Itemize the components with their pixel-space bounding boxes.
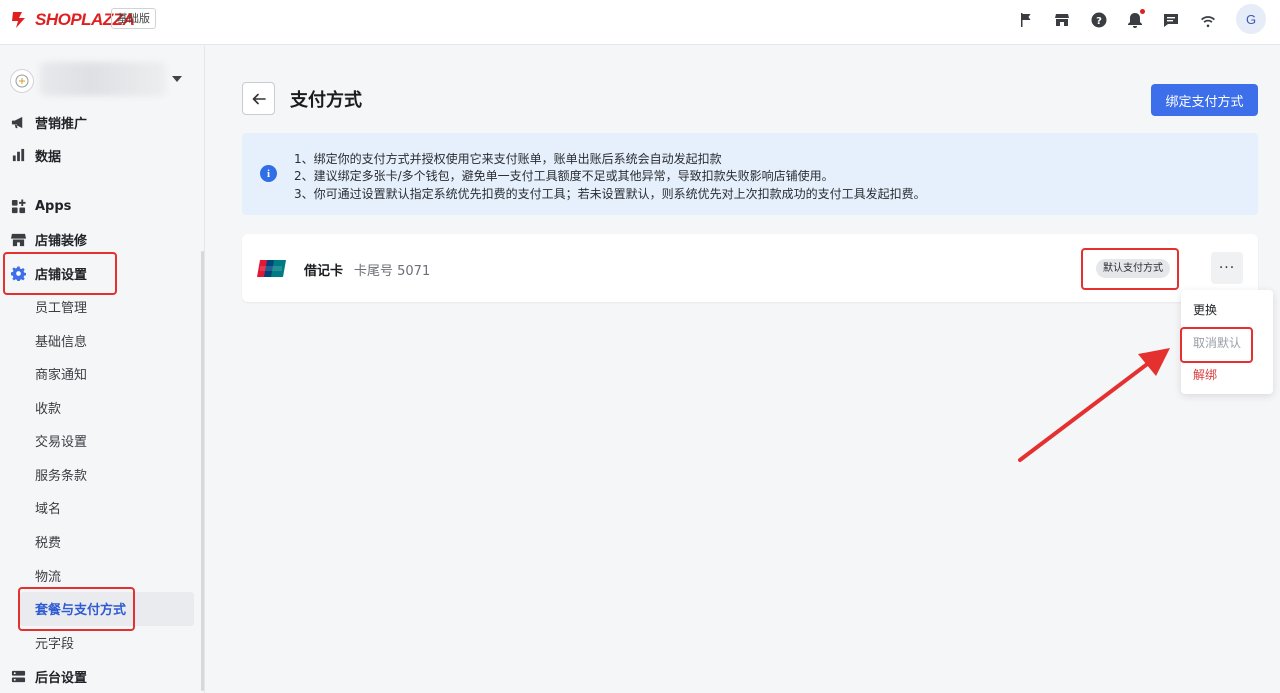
user-avatar[interactable]: G	[1236, 4, 1266, 34]
wifi-icon[interactable]	[1199, 11, 1217, 29]
sidebar-subitem-metafields[interactable]: 元字段	[35, 631, 74, 653]
payment-method-card: 借记卡 卡尾号 5071 默认支付方式 ···	[242, 234, 1258, 302]
info-line-3: 3、你可通过设置默认指定系统优先扣费的支付工具；若未设置默认，则系统优先对上次扣…	[294, 187, 926, 201]
notification-dot	[1140, 9, 1145, 14]
sidebar-subitem-policies[interactable]: 服务条款	[35, 463, 87, 485]
sidebar-item-analytics[interactable]: 数据	[10, 143, 61, 167]
menu-item-replace[interactable]: 更换	[1193, 301, 1217, 318]
store-logo-icon	[10, 69, 34, 93]
sidebar-subitem-domains[interactable]: 域名	[35, 496, 61, 518]
server-icon	[10, 668, 26, 684]
brand-mark-icon	[12, 12, 25, 28]
arrow-left-icon	[252, 93, 266, 104]
store-name-blurred	[40, 62, 166, 96]
top-bar: SHOPLAZZA 基础版 ? G	[0, 0, 1280, 45]
svg-text:?: ?	[1096, 16, 1102, 27]
gear-icon	[10, 265, 26, 281]
bar-chart-icon	[10, 147, 26, 163]
sidebar-subitem-basic-info[interactable]: 基础信息	[35, 329, 87, 351]
info-line-2: 2、建议绑定多张卡/多个钱包，避免单一支付工具额度不足或其他异常，导致扣款失败影…	[294, 169, 834, 183]
sidebar-item-label: Apps	[35, 198, 72, 214]
sidebar-item-label: 后台设置	[35, 670, 88, 686]
info-banner: i 1、绑定你的支付方式并授权使用它来支付账单，账单出账后系统会自动发起扣款 2…	[242, 133, 1258, 215]
sidebar-subitem-payments[interactable]: 收款	[35, 396, 61, 418]
sidebar-subitem-shipping[interactable]: 物流	[35, 564, 61, 586]
back-button[interactable]	[242, 82, 275, 115]
sidebar-item-admin-settings[interactable]: 后台设置	[10, 664, 87, 688]
sidebar-item-label: 店铺设置	[35, 267, 88, 283]
bind-payment-button[interactable]: 绑定支付方式	[1151, 84, 1258, 116]
unionpay-logo-icon	[257, 260, 286, 277]
storefront-icon	[10, 231, 26, 247]
info-line-1: 1、绑定你的支付方式并授权使用它来支付账单，账单出账后系统会自动发起扣款	[294, 152, 722, 166]
menu-item-cancel-default[interactable]: 取消默认	[1193, 334, 1241, 351]
sidebar-item-store-settings[interactable]: 店铺设置	[10, 261, 87, 285]
sidebar-subitem-taxes[interactable]: 税费	[35, 530, 61, 552]
flag-icon[interactable]	[1017, 11, 1035, 29]
help-icon[interactable]: ?	[1090, 11, 1108, 29]
info-icon: i	[260, 165, 277, 182]
bell-icon[interactable]	[1126, 9, 1145, 29]
sidebar-subitem-staff[interactable]: 员工管理	[35, 295, 87, 317]
message-icon[interactable]	[1162, 11, 1180, 29]
sidebar-item-apps[interactable]: Apps	[10, 194, 71, 218]
store-icon[interactable]	[1053, 11, 1071, 29]
card-tail-number: 卡尾号 5071	[354, 264, 431, 279]
card-actions-dropdown: 更换 取消默认 解绑	[1181, 290, 1273, 394]
sidebar-item-theme[interactable]: 店铺装修	[10, 227, 87, 251]
plan-badge: 基础版	[111, 8, 156, 29]
annotation-arrow	[1018, 348, 1170, 462]
caret-down-icon	[172, 76, 182, 82]
default-payment-badge: 默认支付方式	[1096, 259, 1170, 278]
apps-grid-icon	[10, 198, 26, 214]
sidebar-subitem-plan-billing[interactable]: 套餐与支付方式	[35, 597, 126, 619]
sidebar-subitem-checkout[interactable]: 交易设置	[35, 429, 87, 451]
page-title: 支付方式	[290, 90, 362, 111]
more-options-button[interactable]: ···	[1211, 252, 1243, 284]
sidebar-subitem-notifications[interactable]: 商家通知	[35, 362, 87, 384]
megaphone-icon	[10, 114, 26, 130]
sidebar-item-label: 数据	[35, 149, 62, 165]
menu-item-unbind[interactable]: 解绑	[1193, 366, 1217, 383]
sidebar-scrollbar[interactable]	[201, 251, 204, 691]
sidebar-item-marketing[interactable]: 营销推广	[10, 110, 87, 134]
card-type: 借记卡	[304, 264, 344, 279]
store-switcher[interactable]	[10, 62, 190, 96]
sidebar-item-label: 店铺装修	[35, 233, 88, 249]
sidebar-item-label: 营销推广	[35, 116, 88, 132]
